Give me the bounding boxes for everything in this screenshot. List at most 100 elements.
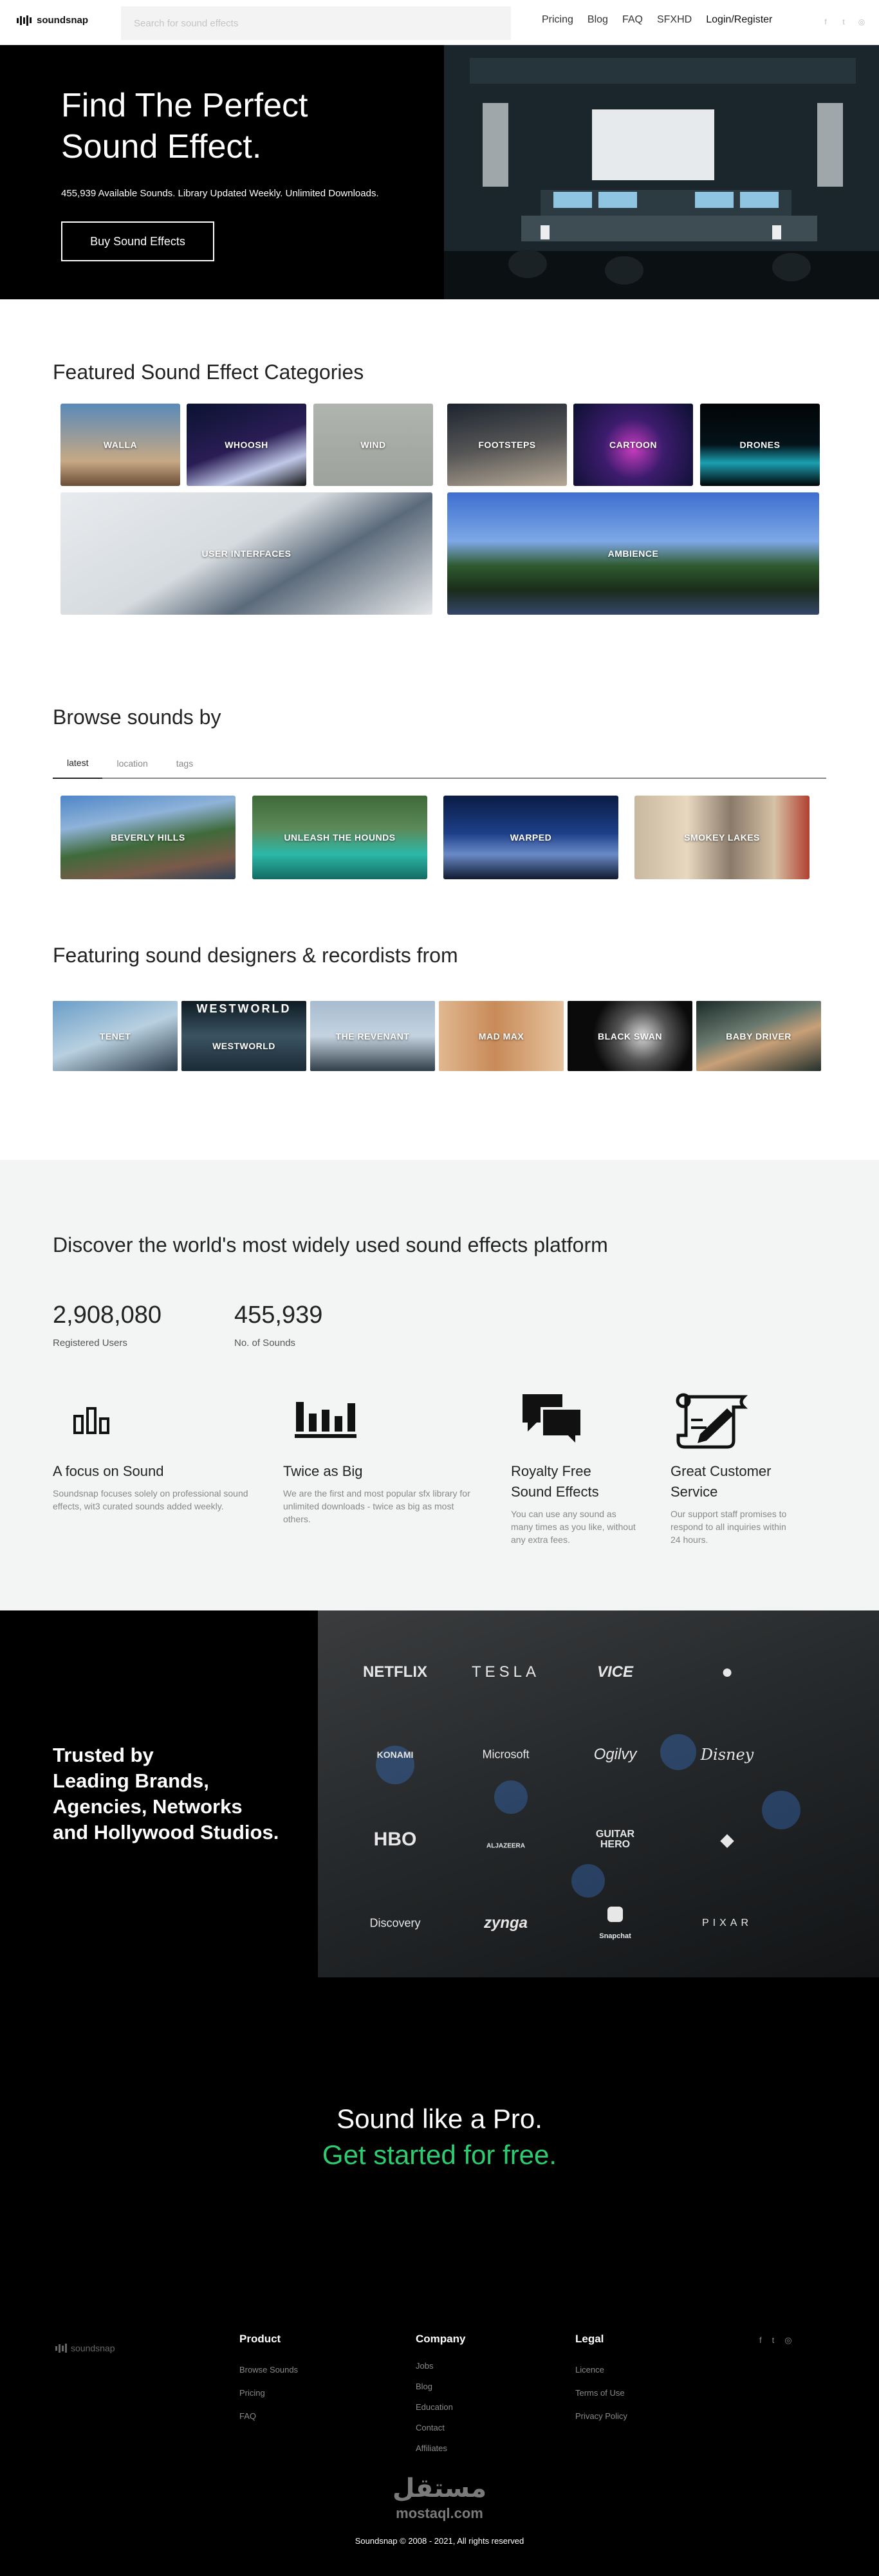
footer-link-pricing[interactable]: Pricing	[239, 2388, 265, 2398]
film-tile-mad-max[interactable]: MAD MAX	[439, 1001, 564, 1071]
footer-link-licence[interactable]: Licence	[575, 2365, 604, 2375]
footer-link-affiliates[interactable]: Affiliates	[416, 2443, 447, 2453]
footer-twitter-icon[interactable]: t	[772, 2335, 775, 2346]
brand-ogilvy: Ogilvy	[593, 1746, 637, 1763]
brand-tesla: TESLA	[471, 1663, 541, 1681]
trusted-brands-section: Trusted by Leading Brands, Agencies, Net…	[0, 1610, 879, 1977]
feature-title-service: Great Customer Service	[671, 1463, 772, 1500]
footer-link-contact[interactable]: Contact	[416, 2423, 445, 2432]
cta-section: Sound like a Pro. Get started for free.	[0, 1977, 879, 2306]
login-link[interactable]: Login	[706, 14, 731, 25]
tab-latest[interactable]: latest	[53, 748, 103, 779]
stats-title: Discover the world's most widely used so…	[53, 1233, 608, 1256]
feature-text-royalty: You can use any sound as many times as y…	[511, 1509, 636, 1545]
browse-title: Browse sounds by	[53, 705, 221, 729]
collection-tile-warped[interactable]: WARPED	[443, 796, 618, 879]
snapchat-ghost-icon	[607, 1907, 623, 1922]
watermark-arabic: مستقل	[392, 2474, 487, 2503]
trusted-title: Trusted by Leading Brands, Agencies, Net…	[53, 1744, 279, 1843]
studio-image	[444, 45, 879, 299]
playstation-logo-icon: ◆	[720, 1829, 734, 1850]
instagram-icon[interactable]: ◎	[857, 17, 866, 26]
featured-title: Featured Sound Effect Categories	[53, 360, 364, 384]
footer-facebook-icon[interactable]: f	[759, 2335, 762, 2346]
feature-text-twice: We are the first and most popular sfx li…	[283, 1488, 470, 1524]
category-tile-walla[interactable]: WALLA	[60, 404, 180, 486]
category-tile-user-interfaces[interactable]: USER INTERFACES	[60, 492, 432, 615]
watermark-url: mostaql.com	[396, 2505, 483, 2521]
bar-chart-icon	[73, 1407, 109, 1434]
category-tile-ambience[interactable]: AMBIENCE	[447, 492, 819, 615]
logo-icon	[17, 15, 32, 26]
nav-link-sfxhd[interactable]: SFXHD	[657, 14, 692, 26]
contract-pen-icon	[676, 1393, 748, 1449]
users-count: 2,908,080	[53, 1302, 162, 1329]
bars-icon	[295, 1402, 356, 1438]
footer-link-faq[interactable]: FAQ	[239, 2411, 256, 2421]
footer-logo[interactable]: soundsnap	[55, 2343, 115, 2353]
footer-instagram-icon[interactable]: ◎	[784, 2335, 791, 2346]
nav-link-faq[interactable]: FAQ	[622, 14, 643, 26]
brand-pixar: PIXAR	[701, 1918, 753, 1928]
social-links: f t ◎	[821, 17, 866, 26]
feature-title-royalty: Royalty Free Sound Effects	[511, 1463, 599, 1500]
chat-bubbles-icon	[523, 1394, 583, 1447]
brand-snapchat: Snapchat	[599, 1932, 631, 1940]
footer-link-privacy[interactable]: Privacy Policy	[575, 2411, 627, 2421]
film-tile-westworld[interactable]: WESTWORLD WESTWORLD	[181, 1001, 306, 1071]
brand-konami: KONAMI	[376, 1750, 414, 1760]
footer-product-title: Product	[239, 2333, 281, 2345]
footer-company-title: Company	[416, 2333, 466, 2345]
hero: Find The Perfect Sound Effect. 455,939 Av…	[0, 45, 879, 299]
footer-social: f t ◎	[759, 2335, 792, 2346]
footer-link-browse-sounds[interactable]: Browse Sounds	[239, 2365, 298, 2375]
film-tile-baby-driver[interactable]: BABY DRIVER	[696, 1001, 821, 1071]
film-tile-the-revenant[interactable]: THE REVENANT	[310, 1001, 435, 1071]
copyright: Soundsnap © 2008 - 2021, All rights rese…	[355, 2536, 524, 2546]
footer-legal-title: Legal	[575, 2333, 604, 2345]
mixing-console-image: NETFLIX TESLA VICE ● KONAMI Microsoft Og…	[318, 1610, 879, 1977]
register-link[interactable]: Register	[734, 14, 773, 25]
cta-line2[interactable]: Get started for free.	[0, 2140, 879, 2170]
brand-discovery: Discovery	[369, 1916, 421, 1930]
footer-link-terms[interactable]: Terms of Use	[575, 2388, 625, 2398]
nav-links: Pricing Blog FAQ SFXHD Login/Register	[542, 14, 773, 26]
film-tile-black-swan[interactable]: BLACK SWAN	[568, 1001, 692, 1071]
collection-tile-unleash-the-hounds[interactable]: UNLEASH THE HOUNDS	[252, 796, 427, 879]
category-tile-drones[interactable]: DRONES	[700, 404, 820, 486]
collection-tile-smokey-lakes[interactable]: SMOKEY LAKES	[634, 796, 810, 879]
footer-link-jobs[interactable]: Jobs	[416, 2361, 433, 2371]
category-tile-whoosh[interactable]: WHOOSH	[187, 404, 306, 486]
buy-sound-effects-button[interactable]: Buy Sound Effects	[61, 221, 214, 261]
twitter-icon[interactable]: t	[839, 17, 848, 26]
collection-tile-beverly-hills[interactable]: BEVERLY HILLS	[60, 796, 236, 879]
logo-text: soundsnap	[37, 15, 89, 26]
category-tile-cartoon[interactable]: CARTOON	[573, 404, 693, 486]
users-label: Registered Users	[53, 1338, 127, 1349]
hero-subtitle: 455,939 Available Sounds. Library Update…	[61, 188, 379, 199]
westworld-poster-text: WESTWORLD	[196, 1002, 291, 1015]
designers-title: Featuring sound designers & recordists f…	[53, 944, 458, 967]
nav-link-blog[interactable]: Blog	[588, 14, 608, 26]
footer-link-education[interactable]: Education	[416, 2402, 453, 2412]
brand-hbo: HBO	[373, 1829, 417, 1850]
brand-disney: Disney	[700, 1746, 754, 1764]
category-tile-wind[interactable]: WIND	[313, 404, 433, 486]
sounds-count: 455,939	[234, 1302, 323, 1329]
footer-link-blog[interactable]: Blog	[416, 2382, 432, 2391]
search-input[interactable]	[121, 6, 511, 40]
feature-title-twice: Twice as Big	[283, 1463, 363, 1479]
browse-tabs: latest location tags	[53, 748, 826, 779]
category-tile-footsteps[interactable]: FOOTSTEPS	[447, 404, 567, 486]
nav-link-pricing[interactable]: Pricing	[542, 14, 573, 26]
cta-line1: Sound like a Pro.	[337, 2104, 542, 2134]
facebook-icon[interactable]: f	[821, 17, 830, 26]
feature-title-focus: A focus on Sound	[53, 1463, 164, 1479]
footer-logo-icon	[55, 2344, 67, 2353]
film-tile-tenet[interactable]: TENET	[53, 1001, 178, 1071]
tab-tags[interactable]: tags	[162, 748, 207, 779]
sounds-label: No. of Sounds	[234, 1338, 296, 1349]
brand-aljazeera: ALJAZEERA	[486, 1842, 526, 1850]
logo[interactable]: soundsnap	[17, 15, 88, 26]
tab-location[interactable]: location	[102, 748, 162, 779]
